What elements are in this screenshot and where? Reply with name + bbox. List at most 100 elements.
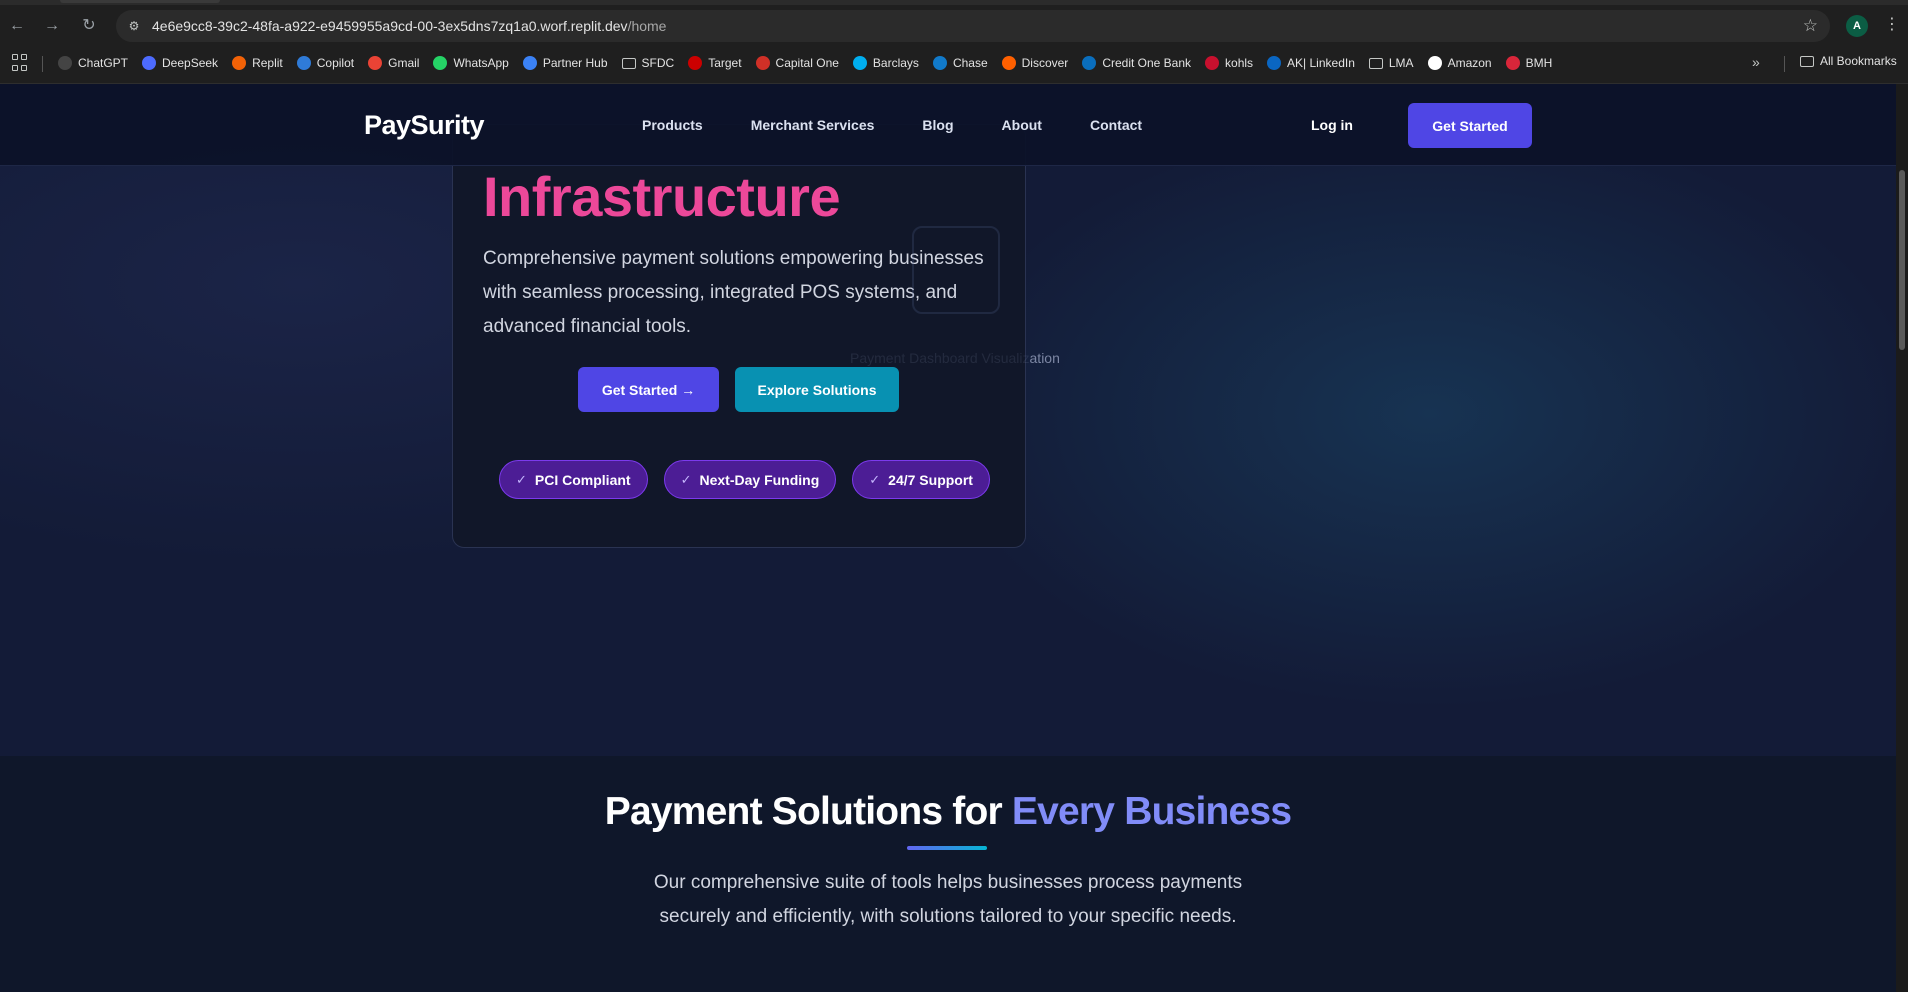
partner-hub-icon (522, 56, 537, 70)
bookmark-label: BMH (1525, 56, 1553, 70)
bookmark-label: Chase (952, 56, 988, 70)
bookmark-label: Gmail (388, 56, 420, 70)
bookmarks-bar: ChatGPT DeepSeek Replit Copilot Gmail WhatsAp… (0, 50, 1908, 76)
target-icon (688, 56, 703, 70)
all-bookmarks-button[interactable]: All Bookmarks (1800, 54, 1897, 68)
login-link[interactable]: Log in (1311, 117, 1353, 133)
bookmark-list: ChatGPT DeepSeek Replit Copilot Gmail WhatsAp… (58, 54, 1552, 72)
bookmarks-overflow-icon[interactable]: » (1752, 54, 1760, 70)
site-logo[interactable]: PaySurity (364, 110, 485, 141)
bookmark-discover[interactable]: Discover (1001, 54, 1069, 72)
bookmark-label: Credit One Bank (1102, 56, 1192, 70)
bookmark-chase[interactable]: Chase (932, 54, 988, 72)
copilot-icon (296, 56, 311, 70)
url-text[interactable]: 4e6e9cc8-39c2-48fa-a922-e9459955a9cd-00-… (152, 18, 666, 34)
bookmark-deepseek[interactable]: DeepSeek (142, 54, 218, 72)
page-scrollbar[interactable] (1896, 84, 1908, 992)
folder-icon (1800, 55, 1814, 67)
solutions-title: Payment Solutions for Every Business (604, 790, 1292, 833)
forward-icon[interactable]: → (41, 15, 63, 37)
bookmarks-divider (42, 56, 43, 72)
credit-one-icon (1082, 56, 1097, 70)
bookmark-star-icon[interactable]: ☆ (1803, 16, 1818, 36)
bookmark-label: Amazon (1447, 56, 1492, 70)
check-icon: ✓ (516, 471, 527, 487)
header-get-started-button[interactable]: Get Started (1408, 103, 1532, 148)
bookmark-label: Discover (1021, 56, 1069, 70)
bmh-icon (1505, 56, 1520, 70)
check-icon: ✓ (680, 471, 692, 487)
chatgpt-icon (58, 56, 72, 70)
bookmark-whatsapp[interactable]: WhatsApp (433, 54, 509, 72)
bookmark-capital-one[interactable]: Capital One (755, 54, 839, 72)
discover-icon (1001, 56, 1016, 70)
bookmark-chatgpt[interactable]: ChatGPT (58, 54, 128, 72)
bookmark-gmail[interactable]: Gmail (368, 54, 419, 72)
apps-grid-icon[interactable] (12, 54, 30, 72)
profile-avatar[interactable]: A (1846, 15, 1868, 37)
badge-label: PCI Compliant (534, 471, 631, 488)
bookmark-bmh[interactable]: BMH (1505, 54, 1553, 72)
solutions-subtitle: Our comprehensive suite of tools helps b… (653, 872, 1243, 927)
deepseek-icon (142, 56, 157, 70)
address-bar[interactable]: ⚙ 4e6e9cc8-39c2-48fa-a922-e9459955a9cd-0… (116, 10, 1830, 42)
back-icon[interactable]: ← (6, 15, 28, 37)
title-underline (907, 846, 987, 850)
bookmark-label: DeepSeek (162, 56, 219, 70)
bookmark-label: WhatsApp (453, 56, 509, 70)
nav-blog[interactable]: Blog (922, 117, 953, 133)
image-placeholder-caption: Payment Dashboard Visualization (850, 350, 1060, 366)
tab-strip (0, 0, 1908, 5)
badge-label: Next-Day Funding (699, 471, 820, 488)
whatsapp-icon (433, 56, 448, 70)
main-nav: Products Merchant Services Blog About Co… (642, 117, 1142, 133)
badge-label: 24/7 Support (888, 471, 973, 488)
bookmark-label: Copilot (316, 56, 355, 70)
linkedin-icon (1267, 56, 1282, 70)
bookmark-partner-hub[interactable]: Partner Hub (522, 54, 608, 72)
bookmark-amazon[interactable]: Amazon (1427, 54, 1492, 72)
browser-menu-icon[interactable]: ⋮ (1884, 14, 1900, 34)
gmail-icon (368, 56, 383, 70)
barclays-icon (852, 56, 867, 70)
bookmark-barclays[interactable]: Barclays (852, 54, 919, 72)
feature-badges: ✓ PCI Compliant ✓ Next-Day Funding ✓ 24/7 S… (499, 460, 990, 499)
nav-merchant-services[interactable]: Merchant Services (751, 117, 875, 133)
get-started-button[interactable]: Get Started → (578, 367, 719, 412)
site-settings-icon[interactable]: ⚙ (126, 18, 142, 34)
check-icon: ✓ (869, 471, 881, 487)
bookmark-copilot[interactable]: Copilot (296, 54, 355, 72)
bookmark-label: kohls (1225, 56, 1254, 70)
bookmark-label: Barclays (872, 56, 919, 70)
reload-icon[interactable]: ↻ (78, 15, 100, 37)
bookmark-label: Replit (252, 56, 283, 70)
nav-contact[interactable]: Contact (1090, 117, 1142, 133)
bookmark-label: Partner Hub (542, 56, 608, 70)
site-header: PaySurity Products Merchant Services Blo… (0, 84, 1896, 166)
replit-icon (232, 56, 247, 70)
scrollbar-thumb[interactable] (1899, 170, 1905, 350)
bookmark-kohls[interactable]: kohls (1205, 54, 1253, 72)
bookmark-label: AK| LinkedIn (1287, 56, 1355, 70)
all-bookmarks-label: All Bookmarks (1820, 54, 1897, 68)
bookmark-credit-one-bank[interactable]: Credit One Bank (1082, 54, 1191, 72)
nav-products[interactable]: Products (642, 117, 703, 133)
folder-icon (1368, 57, 1383, 69)
image-placeholder-icon (912, 226, 1000, 314)
chase-icon (932, 56, 947, 70)
bookmark-sfdc[interactable]: SFDC (621, 54, 674, 72)
solutions-section: Payment Solutions for Every Business Our… (0, 756, 1896, 992)
explore-solutions-button[interactable]: Explore Solutions (735, 367, 899, 412)
bookmarks-divider (1784, 56, 1785, 72)
nav-about[interactable]: About (1002, 117, 1042, 133)
kohls-icon (1205, 56, 1220, 70)
folder-icon (621, 57, 636, 69)
badge-next-day-funding: ✓ Next-Day Funding (663, 460, 837, 499)
badge-pci-compliant: ✓ PCI Compliant (499, 460, 648, 499)
capital-one-icon (755, 56, 770, 70)
bookmark-ak-linkedin[interactable]: AK| LinkedIn (1267, 54, 1355, 72)
badge-support: ✓ 24/7 Support (852, 460, 990, 499)
bookmark-lma[interactable]: LMA (1368, 54, 1414, 72)
bookmark-target[interactable]: Target (688, 54, 742, 72)
bookmark-replit[interactable]: Replit (232, 54, 283, 72)
